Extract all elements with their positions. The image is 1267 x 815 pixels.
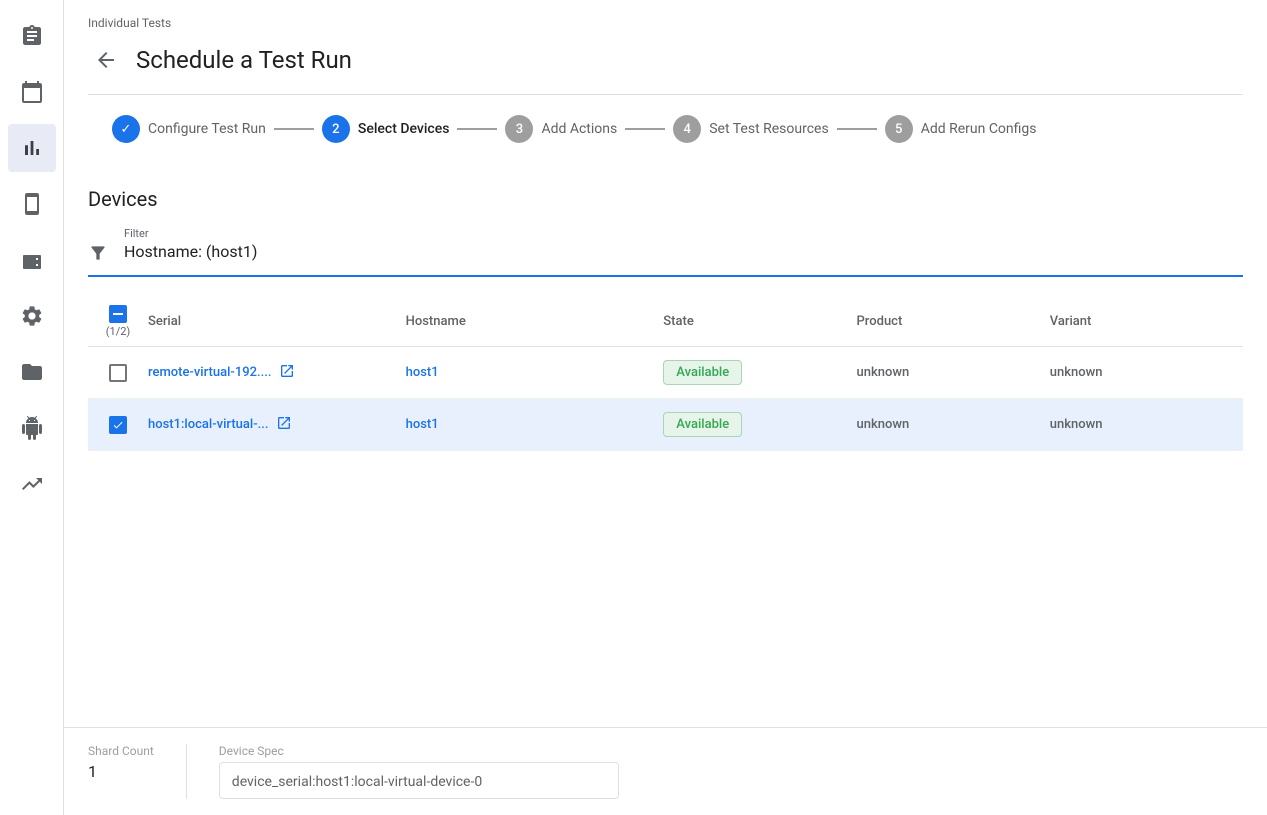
sidebar-item-android[interactable] <box>8 404 56 452</box>
page-title: Schedule a Test Run <box>136 46 352 74</box>
row-2-product: unknown <box>857 417 1050 432</box>
table-row: host1:local-virtual-... host1 Available … <box>88 399 1243 451</box>
step-5-circle: 5 <box>885 115 913 143</box>
stepper: ✓ Configure Test Run 2 Select Devices 3 … <box>88 95 1243 163</box>
sidebar-item-phone[interactable] <box>8 180 56 228</box>
step-4-circle: 4 <box>673 115 701 143</box>
external-link-icon-1[interactable] <box>279 363 295 383</box>
step-connector-2 <box>457 128 497 130</box>
sidebar-item-settings[interactable] <box>8 292 56 340</box>
step-5-label: Add Rerun Configs <box>921 121 1037 137</box>
device-spec-field: Device Spec device_serial:host1:local-vi… <box>219 744 619 799</box>
row-2-state: Available <box>663 412 856 437</box>
row-2-serial: host1:local-virtual-... <box>148 415 406 435</box>
step-connector-1 <box>274 128 314 130</box>
serial-link-2[interactable]: host1:local-virtual-... <box>148 417 268 432</box>
product-text-2: unknown <box>857 417 910 432</box>
row-2-check-cell <box>88 416 148 434</box>
shard-count-field: Shard Count 1 <box>88 744 154 799</box>
step-5: 5 Add Rerun Configs <box>885 115 1037 143</box>
hostname-link-2[interactable]: host1 <box>406 417 439 432</box>
table-header: (1/2) Serial Hostname State Product Vari… <box>88 297 1243 347</box>
back-button[interactable] <box>88 42 124 78</box>
row-1-serial: remote-virtual-192.... <box>148 363 406 383</box>
step-4-label: Set Test Resources <box>709 121 828 137</box>
step-2-circle: 2 <box>322 115 350 143</box>
col-header-serial: Serial <box>148 314 406 329</box>
row-1-variant: unknown <box>1050 365 1243 380</box>
device-spec-value: device_serial:host1:local-virtual-device… <box>232 774 482 790</box>
device-table: (1/2) Serial Hostname State Product Vari… <box>88 297 1243 451</box>
hostname-link-1[interactable]: host1 <box>406 365 439 380</box>
serial-link-1[interactable]: remote-virtual-192.... <box>148 365 271 380</box>
serial-cell-1: remote-virtual-192.... <box>148 363 406 383</box>
header: Individual Tests Schedule a Test Run ✓ C… <box>64 0 1267 163</box>
filter-label: Filter <box>124 227 257 240</box>
variant-text-1: unknown <box>1050 365 1103 380</box>
col-header-state: State <box>663 314 856 329</box>
filter-icon <box>88 243 108 267</box>
row-1-check-cell <box>88 364 148 382</box>
step-3-label: Add Actions <box>541 121 617 137</box>
step-1-circle: ✓ <box>112 115 140 143</box>
filter-value: Hostname: (host1) <box>124 242 257 261</box>
step-3-circle: 3 <box>505 115 533 143</box>
page-title-row: Schedule a Test Run <box>88 34 1243 94</box>
sidebar-item-activity[interactable] <box>8 460 56 508</box>
device-spec-value-box: device_serial:host1:local-virtual-device… <box>219 762 619 799</box>
sidebar-item-folder[interactable] <box>8 348 56 396</box>
row-2-checkbox[interactable] <box>109 416 127 434</box>
state-badge-2: Available <box>663 412 742 437</box>
step-1: ✓ Configure Test Run <box>112 115 266 143</box>
step-connector-4 <box>837 128 877 130</box>
selection-count: (1/2) <box>106 325 131 338</box>
step-2: 2 Select Devices <box>322 115 450 143</box>
col-header-product: Product <box>857 314 1050 329</box>
serial-cell-2: host1:local-virtual-... <box>148 415 406 435</box>
footer: Shard Count 1 Device Spec device_serial:… <box>64 727 1267 815</box>
external-link-icon-2[interactable] <box>276 415 292 435</box>
shard-count-label: Shard Count <box>88 744 154 758</box>
row-1-product: unknown <box>857 365 1050 380</box>
step-4: 4 Set Test Resources <box>673 115 828 143</box>
col-header-variant: Variant <box>1050 314 1243 329</box>
step-3: 3 Add Actions <box>505 115 617 143</box>
step-connector-3 <box>625 128 665 130</box>
row-1-hostname: host1 <box>406 365 664 380</box>
variant-text-2: unknown <box>1050 417 1103 432</box>
sidebar <box>0 0 64 815</box>
table-row: remote-virtual-192.... host1 Available u… <box>88 347 1243 399</box>
footer-divider <box>186 744 187 799</box>
filter-text-block: Filter Hostname: (host1) <box>124 227 257 261</box>
row-2-hostname: host1 <box>406 417 664 432</box>
step-2-label: Select Devices <box>358 121 450 137</box>
row-2-variant: unknown <box>1050 417 1243 432</box>
select-all-checkbox[interactable] <box>109 305 127 323</box>
sidebar-item-chart[interactable] <box>8 124 56 172</box>
select-all-cell: (1/2) <box>88 305 148 338</box>
sidebar-item-server[interactable] <box>8 236 56 284</box>
device-spec-label: Device Spec <box>219 744 619 758</box>
main-content: Individual Tests Schedule a Test Run ✓ C… <box>64 0 1267 815</box>
step-1-label: Configure Test Run <box>148 121 266 137</box>
row-1-state: Available <box>663 360 856 385</box>
product-text-1: unknown <box>857 365 910 380</box>
sidebar-item-calendar[interactable] <box>8 68 56 116</box>
row-1-checkbox[interactable] <box>109 364 127 382</box>
state-badge-1: Available <box>663 360 742 385</box>
shard-count-value: 1 <box>88 762 154 781</box>
section-title: Devices <box>88 187 1243 211</box>
sidebar-item-clipboard[interactable] <box>8 12 56 60</box>
breadcrumb: Individual Tests <box>88 8 1243 34</box>
content: Devices Filter Hostname: (host1) <box>64 163 1267 727</box>
col-header-hostname: Hostname <box>406 314 664 329</box>
filter-row[interactable]: Filter Hostname: (host1) <box>88 227 1243 277</box>
